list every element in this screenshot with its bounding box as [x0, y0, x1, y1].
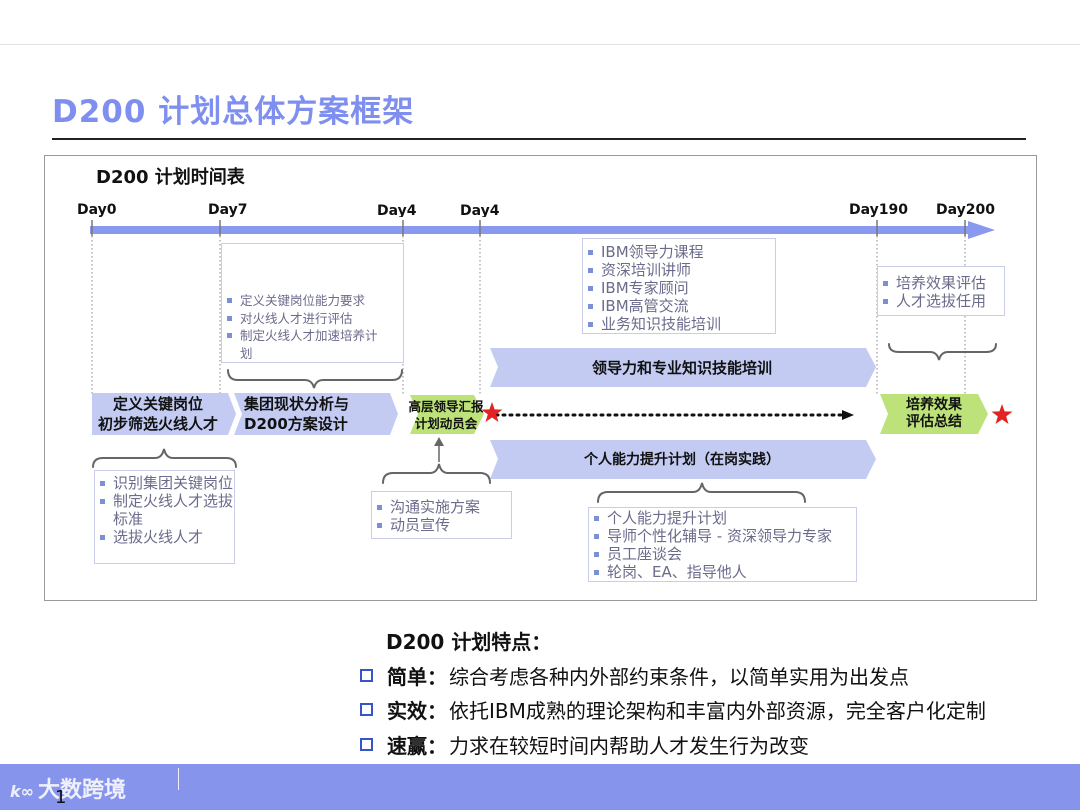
brand-logo: k∞ 大数跨境	[10, 772, 126, 804]
day-label-45: Day4 5	[460, 203, 500, 217]
box-item: 制定火线人才选拔标准	[95, 492, 234, 528]
box-evaluation: 培养效果评估 人才选拔任用	[877, 266, 1005, 316]
features-title: D200 计划特点：	[386, 630, 552, 654]
red-star-icon	[991, 404, 1013, 424]
red-star-icon	[481, 402, 503, 422]
box-item: 个人能力提升计划	[589, 509, 856, 527]
box-item: 业务知识技能培训	[583, 315, 775, 333]
box-item: 动员宣传	[372, 516, 511, 534]
box-item: IBM领导力课程	[583, 243, 775, 261]
feature-label: 简单：	[387, 665, 447, 689]
box-item: 员工座谈会	[589, 545, 856, 563]
feature-item: 实效： 依托IBM成熟的理论架构和丰富内外部资源，完全客户化定制	[360, 695, 986, 724]
box-item: 制定火线人才加速培养计划	[222, 327, 380, 362]
feature-item: 速赢： 力求在较短时间内帮助人才发生行为改变	[360, 730, 809, 759]
dotted-arrow-head	[842, 410, 854, 420]
brace-bottom-right	[597, 482, 806, 503]
feature-label: 实效：	[387, 699, 447, 723]
stage-analysis-design: 集团现状分析与 D200方案设计	[244, 395, 350, 433]
stage-define-key-positions: 定义关键岗位 初步筛选火线人才	[97, 395, 218, 433]
footer-separator	[178, 768, 179, 790]
stage-on-job-practice: 个人能力提升计划（在岗实践）	[584, 451, 780, 468]
square-bullet-icon	[360, 703, 373, 716]
stage-leadership-training: 领导力和专业知识技能培训	[591, 358, 772, 377]
brace-bottom-middle	[382, 463, 491, 484]
box-item: 定义关键岗位能力要求	[222, 292, 403, 310]
box-item: 识别集团关键岗位	[95, 474, 234, 492]
box-item: 对火线人才进行评估	[222, 310, 403, 328]
brace-top-left	[227, 369, 403, 389]
logo-text: 大数跨境	[37, 778, 126, 803]
box-item: 资深培训讲师	[583, 261, 775, 279]
stage-evaluation-summary: 培养效果 评估总结	[906, 397, 962, 430]
box-identify-positions: 识别集团关键岗位 制定火线人才选拔标准 选拔火线人才	[94, 470, 235, 564]
box-item: 沟通实施方案	[372, 498, 511, 516]
up-arrow-head	[434, 437, 444, 446]
day-label-190: Day190	[849, 202, 908, 218]
day-label-0: Day0	[77, 202, 117, 218]
timeline-arrow-bar	[90, 226, 970, 234]
square-bullet-icon	[360, 738, 373, 751]
page-number: 1	[55, 787, 67, 808]
box-personal-development: 个人能力提升计划 导师个性化辅导 - 资深领导力专家 员工座谈会 轮岗、EA、指…	[588, 507, 857, 582]
box-training-resources: IBM领导力课程 资深培训讲师 IBM专家顾问 IBM高管交流 业务知识技能培训	[582, 238, 776, 334]
square-bullet-icon	[360, 669, 373, 682]
footer-bar	[0, 764, 1080, 810]
logo-icon: k∞	[10, 782, 34, 801]
feature-text: 综合考虑各种内外部约束条件，以简单实用为出发点	[449, 665, 909, 689]
stage-leadership-report: 高层领导汇报 计划动员会	[408, 398, 484, 431]
day-label-200: Day200	[936, 202, 995, 218]
brace-bottom-left	[92, 448, 237, 468]
box-communication: 沟通实施方案 动员宣传	[371, 491, 512, 539]
box-item: 导师个性化辅导 - 资深领导力专家	[589, 527, 856, 545]
day-label-7: Day7	[208, 202, 248, 218]
box-item: 轮岗、EA、指导他人	[589, 563, 856, 581]
box-item: 选拔火线人才	[95, 528, 234, 546]
box-item: IBM专家顾问	[583, 279, 775, 297]
feature-text: 力求在较短时间内帮助人才发生行为改变	[449, 734, 809, 758]
feature-label: 速赢：	[387, 734, 447, 758]
feature-text: 依托IBM成熟的理论架构和丰富内外部资源，完全客户化定制	[449, 699, 986, 723]
box-job-analysis: 定义关键岗位能力要求 对火线人才进行评估 制定火线人才加速培养计划	[221, 243, 404, 363]
feature-item: 简单： 综合考虑各种内外部约束条件，以简单实用为出发点	[360, 661, 909, 690]
box-item: 培养效果评估	[878, 274, 1004, 292]
timeline-arrow-head	[968, 221, 995, 239]
brace-top-right	[888, 343, 997, 361]
day-label-44: Day4 4	[377, 203, 417, 217]
box-item: 人才选拔任用	[878, 292, 1004, 310]
box-item: IBM高管交流	[583, 297, 775, 315]
